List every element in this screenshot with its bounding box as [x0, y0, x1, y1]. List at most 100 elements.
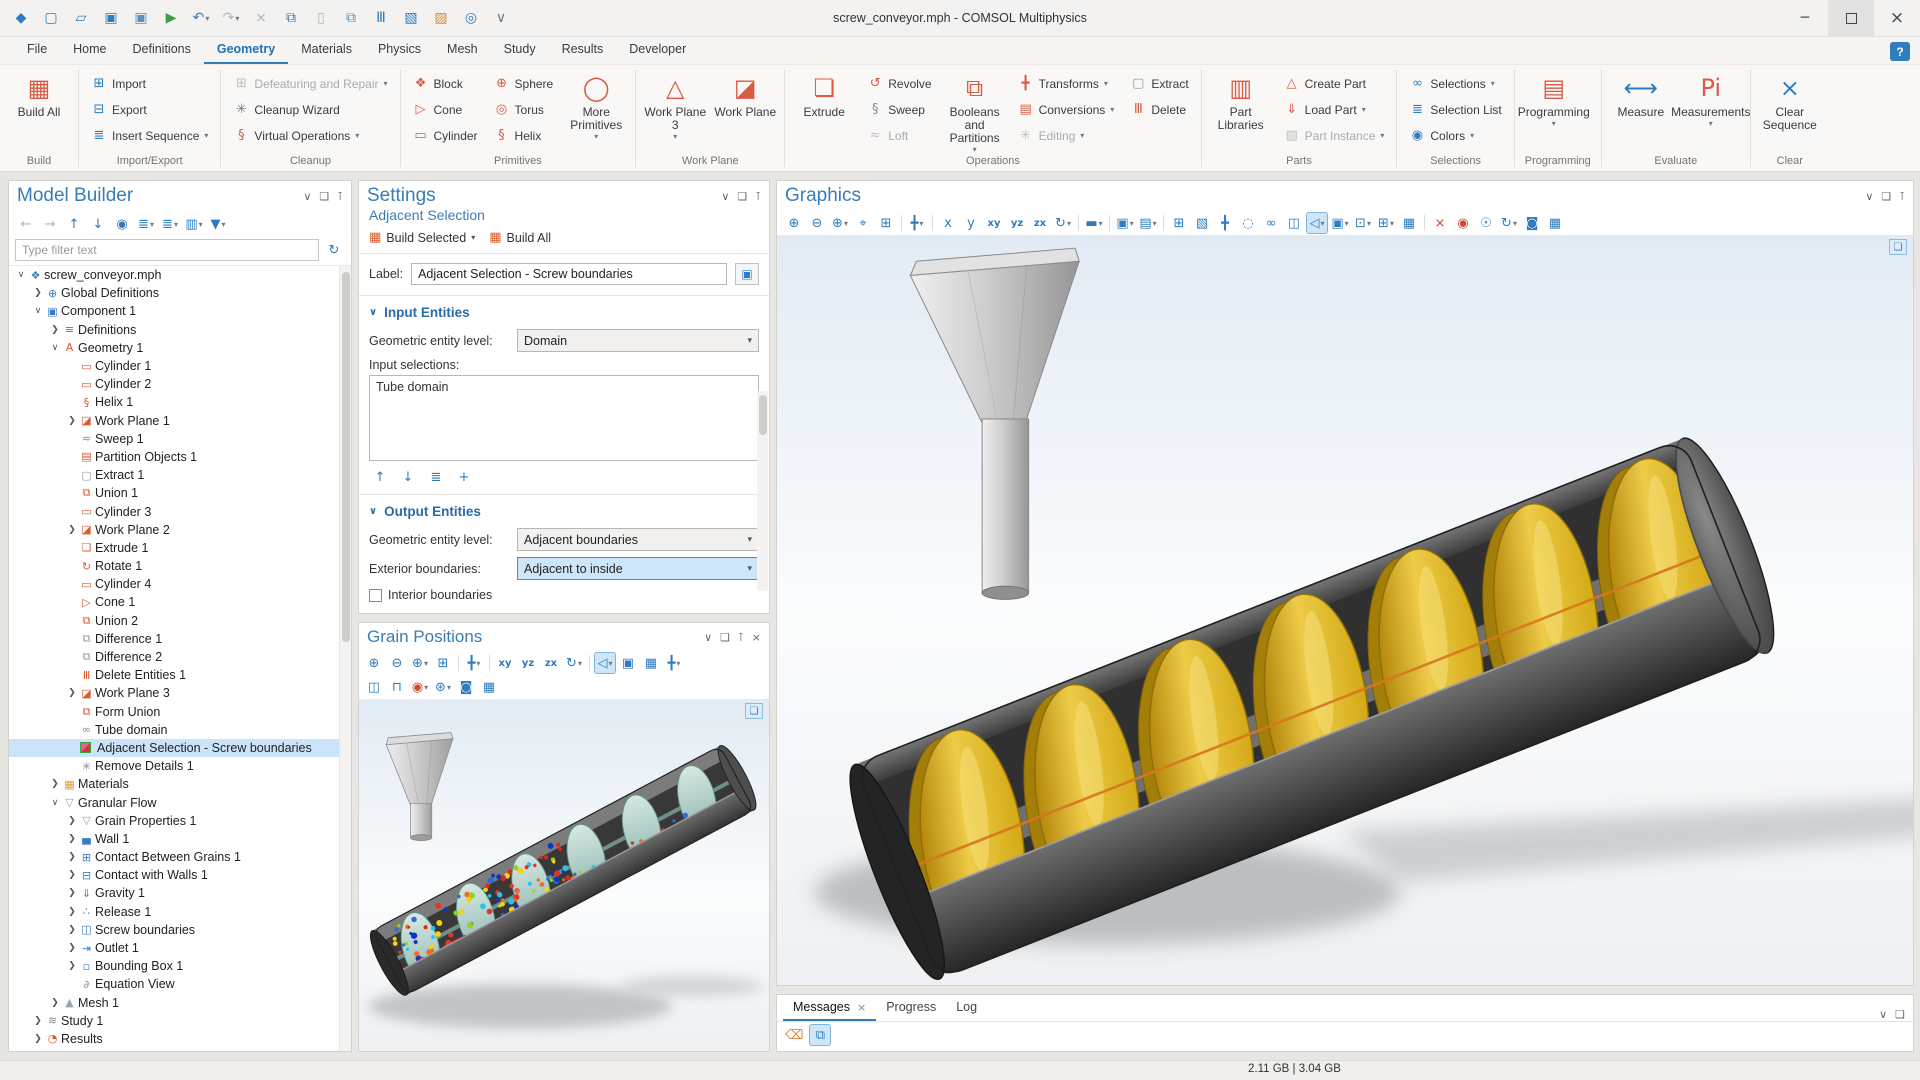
ribbon-tab-materials[interactable]: Materials: [288, 37, 365, 64]
select-adjacent-icon[interactable]: ∞: [1260, 212, 1282, 234]
measure-y-icon[interactable]: y: [960, 212, 982, 234]
tab-progress[interactable]: Progress: [876, 996, 946, 1021]
tree-item-definitions[interactable]: ❯≡Definitions: [9, 321, 351, 339]
graphics-canvas[interactable]: ❏: [777, 235, 1913, 985]
paste-selection-icon[interactable]: ≣: [425, 466, 447, 488]
tree-expander-icon[interactable]: ❯: [66, 416, 78, 426]
copy-icon[interactable]: ⧉: [278, 6, 304, 30]
tree-expander-icon[interactable]: ❯: [49, 998, 61, 1008]
tree-expander-icon[interactable]: ❯: [66, 888, 78, 898]
tree-item-bounding-box-1[interactable]: ❯▫Bounding Box 1: [9, 957, 351, 975]
selection-list-button[interactable]: ▣: [735, 263, 759, 285]
open-messages-window-icon[interactable]: ⧉: [809, 1024, 831, 1046]
transparency-icon[interactable]: ◫: [1283, 212, 1305, 234]
insert-sequence-button[interactable]: ≣Insert Sequence▾: [85, 123, 214, 148]
orientation-axes-icon[interactable]: ╋▾: [906, 212, 928, 234]
export-button[interactable]: ⊟Export: [85, 97, 214, 122]
tree-expander-icon[interactable]: ❯: [66, 834, 78, 844]
forward-icon[interactable]: →: [39, 213, 61, 235]
ribbon-tab-results[interactable]: Results: [549, 37, 617, 64]
snapshot-icon[interactable]: ◫: [363, 676, 385, 698]
clear-sequence-button[interactable]: ⨯Clear Sequence: [1757, 69, 1823, 151]
tree-item-difference-2[interactable]: ⧉Difference 2: [9, 648, 351, 666]
exterior-boundaries-select[interactable]: Adjacent to inside▾: [517, 557, 759, 580]
tree-expander-icon[interactable]: ❯: [32, 1034, 44, 1044]
tree-item-extrude-1[interactable]: ❏Extrude 1: [9, 539, 351, 557]
output-entities-section-header[interactable]: ∨ Output Entities: [359, 495, 769, 525]
plot-settings-float-button[interactable]: ❏: [745, 703, 763, 719]
plot-settings-float-button[interactable]: ❏: [1889, 239, 1907, 255]
tree-expander-icon[interactable]: ❯: [66, 925, 78, 935]
refresh-icon[interactable]: ↻: [323, 239, 345, 261]
more-primitives-button[interactable]: ◯More Primitives ▾: [563, 69, 629, 151]
zoom-box-icon[interactable]: ⊕▾: [829, 212, 851, 234]
close-button[interactable]: ×: [1874, 0, 1920, 37]
tree-expander-icon[interactable]: ∨: [49, 798, 61, 808]
highlight-selections-icon[interactable]: ◉: [1452, 212, 1474, 234]
tree-expander-icon[interactable]: ❯: [66, 525, 78, 535]
tab-log[interactable]: Log: [946, 996, 987, 1021]
tree-expander-icon[interactable]: ❯: [49, 325, 61, 335]
tree-item-grain-properties-1[interactable]: ❯▽Grain Properties 1: [9, 812, 351, 830]
view-xy-icon[interactable]: xy: [494, 652, 516, 674]
print-icon[interactable]: ▦: [1544, 212, 1566, 234]
line-appearance-icon[interactable]: ▬▾: [1083, 212, 1105, 234]
clear-messages-icon[interactable]: ⌫: [783, 1024, 805, 1046]
tree-expander-icon[interactable]: ❯: [32, 1016, 44, 1026]
tree-expander-icon[interactable]: ❯: [66, 688, 78, 698]
panel-menu-icon[interactable]: ∨: [1879, 1008, 1887, 1021]
tree-item-sweep-1[interactable]: ≈Sweep 1: [9, 430, 351, 448]
tree-item-study-1[interactable]: ❯≋Study 1: [9, 1012, 351, 1030]
app-icon[interactable]: ◆: [8, 6, 34, 30]
camera-rotate-icon[interactable]: ↻▾: [563, 652, 585, 674]
input-selections-list[interactable]: Tube domain: [369, 375, 759, 461]
save-as-icon[interactable]: ▣: [128, 6, 154, 30]
tree-expander-icon[interactable]: ∨: [15, 270, 27, 280]
pin-panel-icon[interactable]: ⊺: [337, 190, 343, 203]
tree-expander-icon[interactable]: ∨: [32, 306, 44, 316]
float-panel-icon[interactable]: ❏: [1895, 1008, 1905, 1021]
view-options-icon[interactable]: ▣▾: [1329, 212, 1351, 234]
show-icon[interactable]: ◉: [111, 213, 133, 235]
open-icon[interactable]: ▱: [68, 6, 94, 30]
cleanup-wizard-button[interactable]: ✳Cleanup Wizard: [227, 97, 393, 122]
move-down-icon[interactable]: ↓: [397, 466, 419, 488]
view-yz-icon[interactable]: yz: [1006, 212, 1028, 234]
back-icon[interactable]: ←: [15, 213, 37, 235]
float-panel-icon[interactable]: ❏: [737, 190, 747, 203]
input-entities-section-header[interactable]: ∨ Input Entities: [359, 296, 769, 326]
redo-icon[interactable]: ↷▾: [218, 6, 244, 30]
transforms-button[interactable]: ╋Transforms▾: [1012, 71, 1121, 96]
close-tab-icon[interactable]: ×: [857, 1001, 866, 1014]
tree-item-difference-1[interactable]: ⧉Difference 1: [9, 630, 351, 648]
tree-item-wall-1[interactable]: ❯▄Wall 1: [9, 830, 351, 848]
extrude-button[interactable]: ❏Extrude: [791, 69, 857, 151]
select-through-icon[interactable]: ◁▾: [594, 652, 616, 674]
interior-boundaries-checkbox[interactable]: [369, 589, 382, 602]
deselect-box-icon[interactable]: ▨: [428, 6, 454, 30]
create-part-button[interactable]: △Create Part: [1278, 71, 1391, 96]
tree-expander-icon[interactable]: ❯: [66, 816, 78, 826]
geometric-entity-level-select[interactable]: Domain▾: [517, 329, 759, 352]
run-icon[interactable]: ▶: [158, 6, 184, 30]
extract-button[interactable]: ▢Extract: [1124, 71, 1194, 96]
ribbon-tab-study[interactable]: Study: [491, 37, 549, 64]
camera-icon[interactable]: ◙: [455, 676, 477, 698]
zoom-box-icon[interactable]: ⊕▾: [409, 652, 431, 674]
image-grid-icon[interactable]: ⊞▾: [1375, 212, 1397, 234]
tree-expander-icon[interactable]: ❯: [32, 288, 44, 298]
orient-icon[interactable]: ╋▾: [663, 652, 685, 674]
pin-panel-icon[interactable]: ⊺: [738, 631, 744, 644]
ribbon-tab-physics[interactable]: Physics: [365, 37, 434, 64]
tree-item-cylinder-4[interactable]: ▭Cylinder 4: [9, 575, 351, 593]
measure-button[interactable]: ⟷Measure: [1608, 69, 1674, 151]
float-panel-icon[interactable]: ❏: [720, 631, 730, 644]
view-yz-icon[interactable]: yz: [517, 652, 539, 674]
environment-icon[interactable]: ▤▾: [1137, 212, 1159, 234]
regenerate-icon[interactable]: ↻▾: [1498, 212, 1520, 234]
tree-item-component-1[interactable]: ∨▣Component 1: [9, 302, 351, 320]
tree-item-mesh-1[interactable]: ❯▲Mesh 1: [9, 994, 351, 1012]
scene-style-icon[interactable]: ▣▾: [1114, 212, 1136, 234]
print-icon[interactable]: ▦: [478, 676, 500, 698]
orientation-axes-icon[interactable]: ╋▾: [463, 652, 485, 674]
